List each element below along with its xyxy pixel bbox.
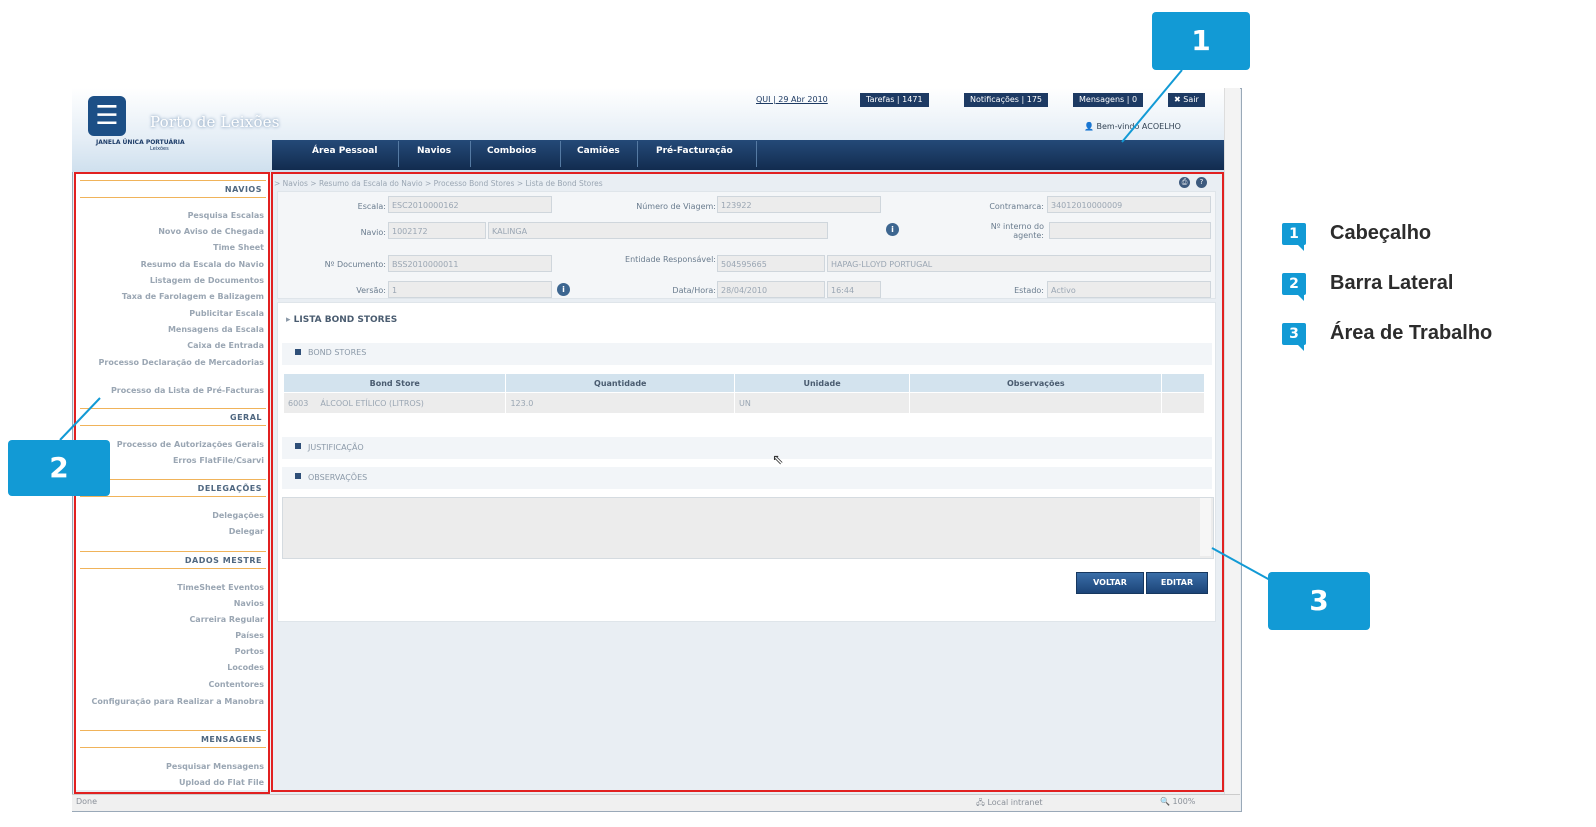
- legend-3-number: 3: [1282, 323, 1306, 351]
- callout-1-line: [1121, 69, 1183, 143]
- legend-1-number: 1: [1282, 223, 1306, 251]
- callout-2-line: [59, 397, 101, 441]
- legend-1-label: Cabeçalho: [1330, 222, 1432, 244]
- legend-3-label: Área de Trabalho: [1330, 322, 1493, 344]
- legend-2-number: 2: [1282, 273, 1306, 301]
- legend-2-label: Barra Lateral: [1330, 272, 1454, 294]
- callout-3: 3: [1268, 572, 1370, 630]
- callout-lines: [59, 69, 1271, 581]
- callout-3-line: [1211, 547, 1271, 581]
- callout-2: 2: [8, 440, 110, 496]
